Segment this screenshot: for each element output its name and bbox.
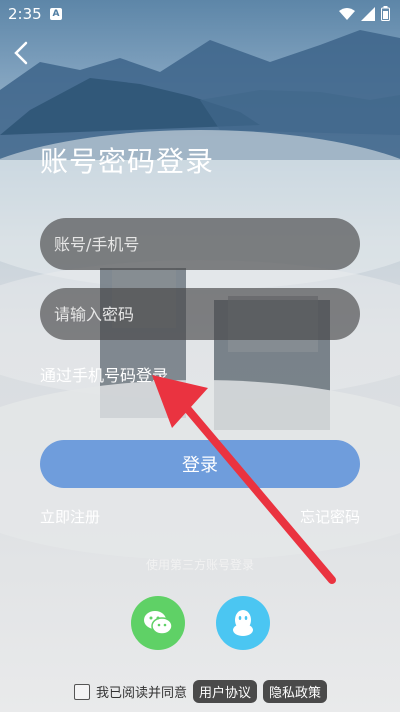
- battery-icon: [381, 6, 390, 21]
- agreement-text: 我已阅读并同意: [96, 686, 188, 701]
- app-notification-icon: A: [50, 8, 62, 20]
- privacy-policy-link[interactable]: 隐私政策: [263, 680, 328, 703]
- page-title: 账号密码登录: [40, 145, 215, 178]
- register-link[interactable]: 立即注册: [40, 506, 100, 527]
- status-time: 2:35: [8, 5, 42, 23]
- agreement-row: 我已阅读并同意 用户协议 隐私政策: [74, 680, 328, 703]
- phone-login-link[interactable]: 通过手机号码登录: [40, 362, 168, 386]
- wechat-icon: [144, 611, 173, 635]
- forgot-password-link[interactable]: 忘记密码: [300, 506, 360, 527]
- user-agreement-link[interactable]: 用户协议: [193, 680, 258, 703]
- password-input[interactable]: [40, 288, 360, 340]
- agree-checkbox[interactable]: [74, 683, 90, 700]
- login-button[interactable]: 登录: [40, 440, 360, 488]
- wechat-login-button[interactable]: [131, 596, 185, 650]
- back-chevron-icon[interactable]: [10, 40, 32, 66]
- wifi-icon: [339, 7, 355, 20]
- signal-icon: [361, 6, 375, 21]
- account-input[interactable]: [40, 218, 360, 270]
- background-scenery: [0, 30, 400, 560]
- third-party-label: 使用第三方账号登录: [145, 558, 254, 572]
- status-bar: 2:35 A: [0, 0, 400, 28]
- qq-login-button[interactable]: [216, 596, 270, 650]
- account-field[interactable]: [40, 218, 360, 270]
- qq-icon: [233, 610, 253, 636]
- password-field[interactable]: [40, 288, 360, 340]
- status-icons: [339, 6, 390, 21]
